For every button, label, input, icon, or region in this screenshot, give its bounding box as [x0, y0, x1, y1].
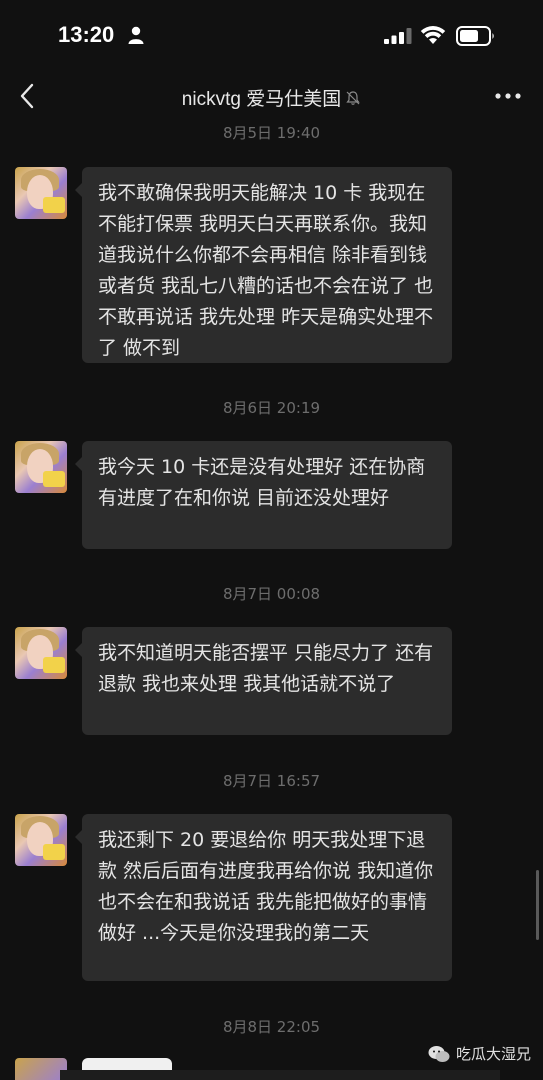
input-bar-edge: [60, 1070, 500, 1080]
wechat-logo-icon: [428, 1045, 450, 1062]
chat-title: nickvtg 爱马仕美国: [181, 89, 342, 110]
status-bar: 13:20: [0, 0, 543, 70]
contact-avatar[interactable]: [15, 167, 67, 219]
person-icon: [128, 26, 144, 44]
scrollbar[interactable]: [536, 870, 539, 940]
contact-avatar[interactable]: [15, 814, 67, 866]
message-bubble[interactable]: 我还剩下 20 要退给你 明天我处理下退款 然后后面有进度我再给你说 我知道你也…: [75, 814, 452, 981]
message-timestamp: 8月8日 22:05: [222, 1018, 321, 1036]
more-icon[interactable]: [495, 92, 521, 100]
contact-avatar[interactable]: [15, 627, 67, 679]
watermark: 吃瓜大湿兄: [428, 1043, 531, 1064]
wifi-icon: [420, 26, 446, 44]
message-bubble[interactable]: 我不敢确保我明天能解决 10 卡 我现在不能打保票 我明天白天再联系你。我知道我…: [75, 167, 452, 363]
contact-avatar[interactable]: [15, 441, 67, 493]
message-timestamp: 8月5日 19:40: [222, 124, 321, 142]
message-timestamp: 8月7日 00:08: [222, 585, 321, 603]
signal-icon: [384, 28, 412, 44]
chat-header: nickvtg 爱马仕美国: [0, 70, 543, 122]
message-timestamp: 8月7日 16:57: [222, 772, 321, 790]
mute-bell-icon: [346, 90, 360, 105]
message-timestamp: 8月6日 20:19: [222, 399, 321, 417]
status-time: 13:20: [58, 22, 115, 47]
chat-screen: 13:20 nickvtg 爱马仕美国 8月5日 19:40 我不敢确保我明天能…: [0, 0, 543, 1080]
message-bubble[interactable]: 我今天 10 卡还是没有处理好 还在协商 有进度了在和你说 目前还没处理好: [75, 441, 452, 549]
chat-title-container: nickvtg 爱马仕美国: [0, 84, 543, 111]
watermark-text: 吃瓜大湿兄: [455, 1045, 531, 1063]
battery-icon: [456, 26, 494, 46]
message-bubble[interactable]: 我不知道明天能否摆平 只能尽力了 还有退款 我也来处理 我其他话就不说了: [75, 627, 452, 735]
